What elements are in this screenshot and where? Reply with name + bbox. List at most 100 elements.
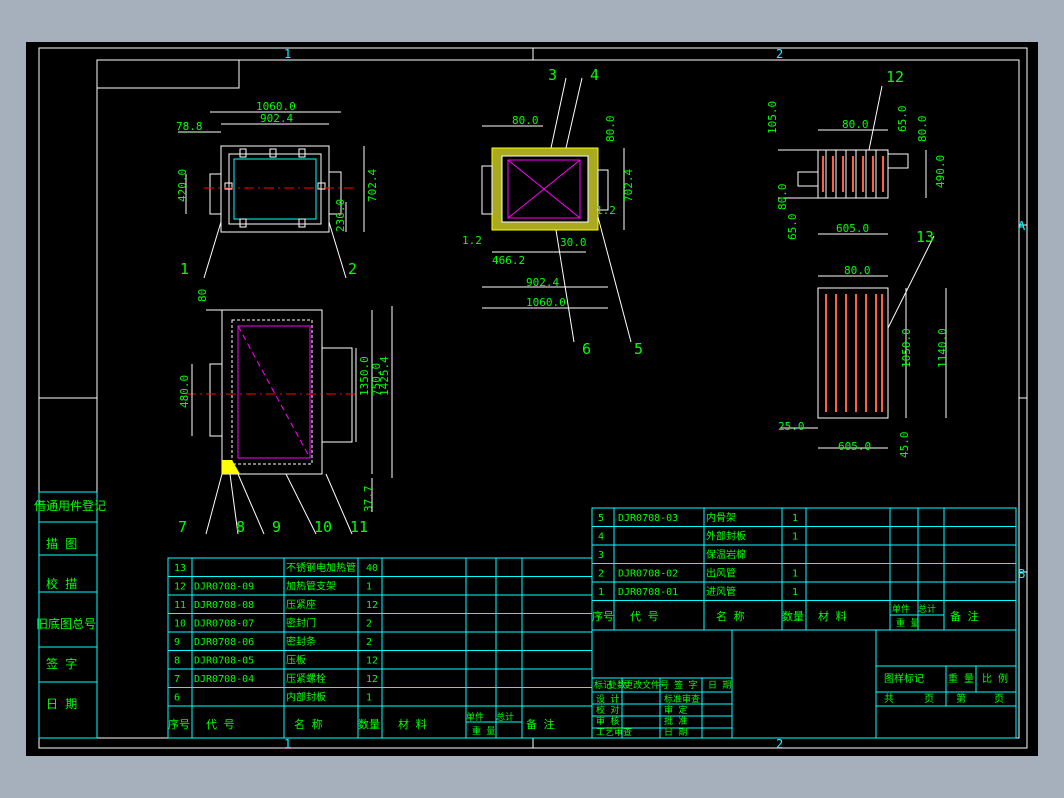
- bom-left-qty: 2: [366, 619, 372, 630]
- bom-right-header-6: 总计: [918, 603, 936, 615]
- left-block-5: 日 期: [46, 697, 77, 711]
- bom-left-num: 6: [174, 693, 180, 704]
- left-block-1: 描 图: [46, 537, 77, 551]
- dim-view5-5: 37.7: [362, 486, 375, 513]
- bom-right-name: 保温岩棉: [706, 548, 746, 561]
- bom-left-header-7: 重 量: [472, 725, 495, 737]
- bom-right-qty: 1: [792, 532, 798, 543]
- callout-11: 11: [350, 518, 368, 536]
- callout-6: 6: [582, 340, 591, 358]
- bom-right-header-7: 重 量: [896, 617, 919, 629]
- title-left-4: 日 期: [708, 680, 731, 691]
- dim-view5-1: 480.0: [178, 375, 191, 408]
- dim-view4-0: 80.0: [844, 264, 871, 277]
- zone-bottom-2: 2: [776, 737, 783, 751]
- cad-drawing: 1 2 1 2 A B 借通用件登记 描 图 校 描 旧底图总号 签 字 日 期: [26, 42, 1038, 756]
- title-sign2-3: 日 期: [664, 727, 687, 738]
- bom-left-header-1: 代 号: [206, 718, 235, 731]
- callout-3: 3: [548, 66, 557, 84]
- bom-left-header-4: 材 料: [398, 717, 427, 731]
- bom-left-qty: 40: [366, 563, 378, 574]
- dim-view1-4: 702.4: [366, 169, 379, 202]
- bom-right-num: 4: [598, 532, 604, 543]
- zone-top-1: 1: [284, 47, 291, 61]
- bom-left-name: 加热管支架: [286, 580, 336, 593]
- bom-left-num: 8: [174, 656, 180, 667]
- zone-bottom-1: 1: [284, 737, 291, 751]
- dim-view2-8: 1060.0: [526, 296, 566, 309]
- dim-view4-5: 45.0: [898, 432, 911, 459]
- bom-right-code: DJR0708-02: [618, 569, 678, 580]
- zone-top-2: 2: [776, 47, 783, 61]
- bom-left-header-5: 单件: [466, 711, 484, 723]
- cad-canvas: 1 2 1 2 A B 借通用件登记 描 图 校 描 旧底图总号 签 字 日 期: [34, 47, 1028, 751]
- bom-right-name: 出风管: [706, 567, 736, 580]
- bom-left-code: DJR0708-06: [194, 637, 254, 648]
- dim-view1-3: 420.0: [176, 169, 189, 202]
- dim-view3-4: 490.0: [934, 155, 947, 188]
- bom-left-num: 12: [174, 582, 186, 593]
- view-4-heaters: [825, 294, 883, 412]
- bom-left-code: DJR0708-05: [194, 656, 254, 667]
- title-sign-2: 审 核: [596, 715, 619, 727]
- bom-right-header-3: 数量: [782, 610, 804, 623]
- callout-1: 1: [180, 260, 189, 278]
- bom-left-qty: 12: [366, 656, 378, 667]
- title-right-6: 页: [994, 693, 1004, 705]
- dim-view3-6: 65.0: [786, 214, 799, 241]
- bom-left-name: 压紧座: [286, 598, 316, 611]
- callout-2: 2: [348, 260, 357, 278]
- bom-right-name: 进风管: [706, 585, 736, 598]
- title-right-5: 第: [956, 692, 966, 705]
- dim-view3-2: 65.0: [896, 106, 909, 133]
- callout-4: 4: [590, 66, 599, 84]
- callout-5: 5: [634, 340, 643, 358]
- bom-left-code: DJR0708-04: [194, 674, 254, 685]
- dim-view2-4: 30.0: [560, 236, 587, 249]
- dim-view2-7: 902.4: [526, 276, 559, 289]
- dim-view2-6: 1.2: [596, 204, 616, 217]
- bom-left-num: 9: [174, 637, 180, 648]
- top-left-box: [96, 59, 240, 89]
- dim-view3-1: 80.0: [842, 118, 869, 131]
- title-sign-3: 工艺审查: [596, 726, 632, 738]
- zone-right-b: B: [1018, 567, 1025, 581]
- left-block-0: 借通用件登记: [34, 498, 106, 513]
- title-sign-0: 设 计: [596, 693, 619, 705]
- title-sign-1: 校 对: [596, 704, 619, 716]
- dim-view4-4: 605.0: [838, 440, 871, 453]
- bom-right-header-1: 代 号: [630, 610, 659, 623]
- bom-left-qty: 12: [366, 674, 378, 685]
- bom-left-header-8: 备 注: [526, 717, 555, 731]
- bom-left-code: DJR0708-08: [194, 600, 254, 611]
- callout-10: 10: [314, 518, 332, 536]
- dim-view3-7: 605.0: [836, 222, 869, 235]
- bom-left-name: 压紧螺栓: [286, 672, 326, 685]
- bom-left-qty: 2: [366, 637, 372, 648]
- bom-left-name: 密封条: [286, 635, 316, 648]
- callout-9: 9: [272, 518, 281, 536]
- dim-view2-2: 702.4: [622, 169, 635, 202]
- bom-left-num: 7: [174, 674, 180, 685]
- dim-view1-2: 78.8: [176, 120, 203, 133]
- title-left-2: 更改文件号: [624, 679, 669, 691]
- title-right-2: 比 例: [982, 672, 1008, 685]
- bom-right-num: 2: [598, 569, 604, 580]
- view-3-heater-marks: [822, 156, 884, 192]
- bom-left-header-0: 序号: [168, 717, 190, 731]
- callout-8: 8: [236, 518, 245, 536]
- callout-7: 7: [178, 518, 187, 536]
- bom-left-qty: 1: [366, 582, 372, 593]
- dim-view5-4: 1425.4: [378, 356, 391, 396]
- bom-right-header-4: 材 料: [818, 609, 847, 623]
- bom-left-header-2: 名 称: [294, 717, 323, 731]
- dim-view4-3: 25.0: [778, 420, 805, 433]
- callout-13: 13: [916, 228, 934, 246]
- dim-view5-0: 80: [196, 289, 209, 302]
- title-sign2-2: 批 准: [664, 715, 687, 727]
- bom-right-qty: 1: [792, 569, 798, 580]
- title-sign2-1: 审 定: [664, 704, 687, 716]
- bom-right-code: DJR0708-01: [618, 587, 678, 598]
- left-block-3: 旧底图总号: [36, 616, 96, 631]
- bom-left-name: 不锈钢电加热管: [286, 561, 356, 574]
